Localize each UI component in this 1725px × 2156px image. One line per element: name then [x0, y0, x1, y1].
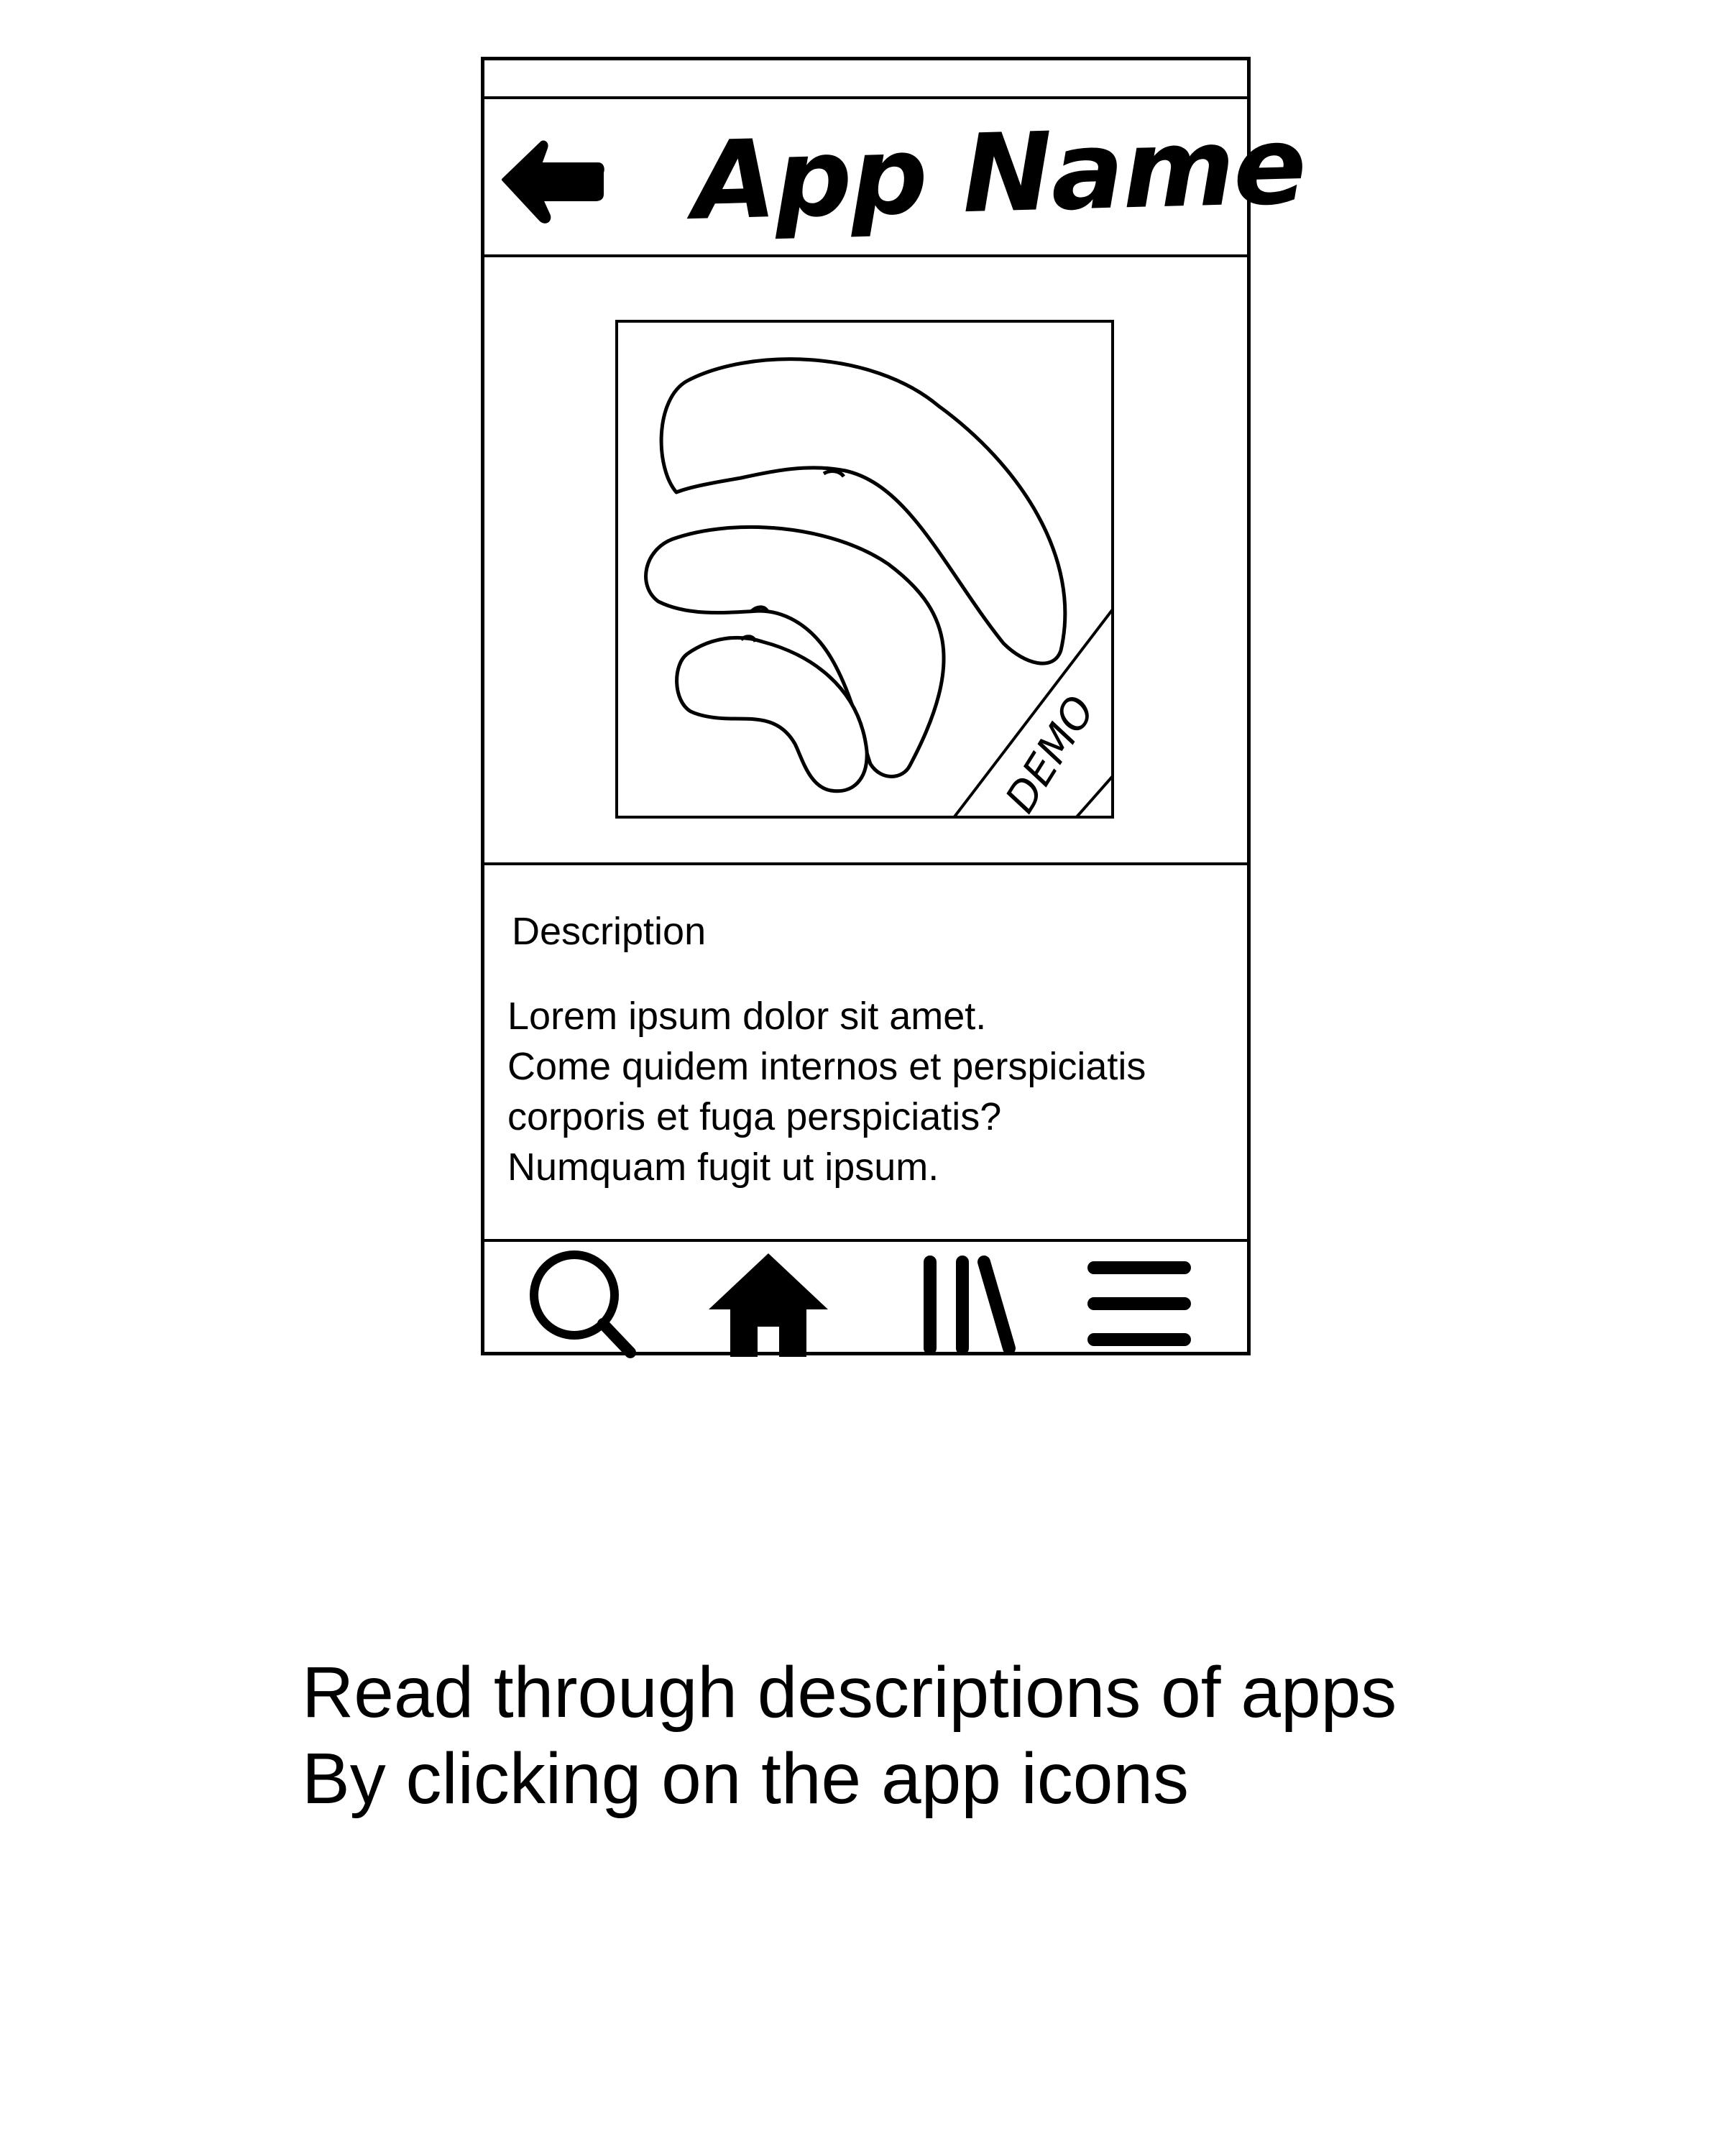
nav-library-button[interactable]	[916, 1248, 1024, 1358]
caption-line: Read through descriptions of apps	[302, 1652, 1397, 1733]
app-icon[interactable]: DEMO	[615, 320, 1114, 819]
home-icon	[709, 1253, 828, 1357]
description-section: Description Lorem ipsum dolor sit amet. …	[484, 865, 1247, 1242]
description-line: Come quidem internos et perspiciatis	[507, 1045, 1146, 1088]
app-header: App Name	[484, 99, 1307, 257]
description-line: Numquam fugit ut ipsum.	[507, 1146, 939, 1189]
nav-search-button[interactable]	[524, 1248, 643, 1358]
instruction-caption: Read through descriptions of apps By cli…	[302, 1649, 1397, 1822]
app-title: App Name	[691, 103, 1307, 244]
nav-home-button[interactable]	[707, 1248, 829, 1358]
search-icon	[530, 1250, 636, 1358]
phone-wireframe: App Name DEMO Description Lorem ipsum do…	[481, 57, 1307, 1358]
bottom-nav-bar	[484, 1242, 1247, 1358]
nav-menu-button[interactable]	[1085, 1248, 1193, 1358]
arrow-left-icon	[502, 140, 604, 224]
description-line: Lorem ipsum dolor sit amet.	[507, 995, 987, 1038]
back-button[interactable]	[497, 135, 605, 229]
wifi-signal-icon: DEMO	[615, 320, 1114, 819]
description-line: corporis et fuga perspiciatis?	[507, 1095, 1002, 1138]
status-bar	[484, 60, 1247, 99]
description-heading: Description	[512, 910, 707, 953]
library-icon	[924, 1256, 1016, 1355]
caption-line: By clicking on the app icons	[302, 1738, 1190, 1819]
description-body: Lorem ipsum dolor sit amet. Come quidem …	[507, 991, 1226, 1192]
app-media-section: DEMO	[484, 257, 1247, 865]
menu-icon	[1087, 1261, 1191, 1346]
